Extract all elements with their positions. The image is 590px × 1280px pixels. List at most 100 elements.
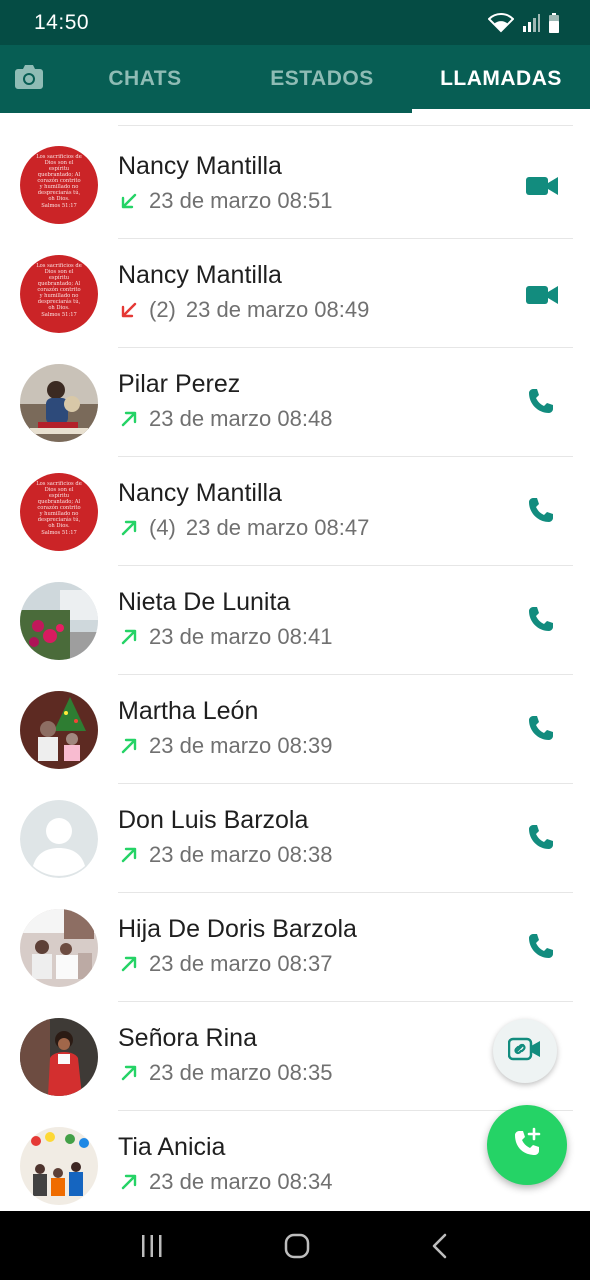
voice-call-icon[interactable] bbox=[526, 713, 562, 747]
system-nav-bar bbox=[0, 1211, 590, 1280]
signal-icon bbox=[522, 13, 540, 32]
outgoing-call-arrow-icon bbox=[118, 1062, 140, 1084]
call-meta: 23 de marzo 08:41 bbox=[118, 624, 332, 650]
voice-call-icon[interactable] bbox=[526, 931, 562, 965]
contact-name: Nancy Mantilla bbox=[118, 479, 282, 507]
outgoing-call-arrow-icon bbox=[118, 1171, 140, 1193]
outgoing-call-arrow-icon bbox=[118, 408, 140, 430]
svg-text:corazón contrito: corazón contrito bbox=[37, 504, 80, 511]
contact-name: Don Luis Barzola bbox=[118, 806, 309, 834]
avatar[interactable]: Los sacrificios de Dios son el espíritu que… bbox=[20, 146, 98, 224]
voice-call-icon[interactable] bbox=[526, 386, 562, 420]
battery-icon bbox=[548, 12, 560, 33]
status-icons bbox=[488, 12, 560, 33]
recent-apps-icon[interactable] bbox=[139, 1233, 165, 1259]
svg-text:corazón contrito: corazón contrito bbox=[37, 177, 80, 184]
call-meta: 23 de marzo 08:39 bbox=[118, 733, 332, 759]
call-row[interactable]: Los sacrificios de Dios son el espíritu que… bbox=[0, 130, 590, 239]
video-call-icon[interactable] bbox=[526, 168, 562, 202]
outgoing-call-arrow-icon bbox=[118, 844, 140, 866]
call-meta: (4) 23 de marzo 08:47 bbox=[118, 515, 369, 541]
avatar[interactable]: Los sacrificios de Dios son el espíritu que… bbox=[20, 255, 98, 333]
avatar[interactable] bbox=[20, 582, 98, 660]
contact-name: Nieta De Lunita bbox=[118, 588, 291, 616]
voice-call-icon[interactable] bbox=[526, 604, 562, 638]
link-video-icon bbox=[507, 1037, 542, 1066]
call-time: 23 de marzo 08:35 bbox=[149, 1060, 333, 1085]
call-time: 23 de marzo 08:51 bbox=[149, 188, 333, 213]
contact-name: Nancy Mantilla bbox=[118, 261, 282, 289]
tab-chats[interactable]: CHATS bbox=[58, 45, 232, 113]
contact-name: Hija De Doris Barzola bbox=[118, 915, 357, 943]
svg-text:despreciarás tú,: despreciarás tú, bbox=[38, 189, 81, 196]
call-meta: 23 de marzo 08:51 bbox=[118, 188, 332, 214]
home-icon[interactable] bbox=[283, 1232, 311, 1260]
svg-text:espíritu: espíritu bbox=[49, 165, 70, 172]
tab-estados[interactable]: ESTADOS bbox=[232, 45, 412, 113]
outgoing-call-arrow-icon bbox=[118, 517, 140, 539]
camera-icon bbox=[14, 64, 44, 95]
svg-text:corazón contrito: corazón contrito bbox=[37, 286, 80, 293]
svg-text:Salmos 51:17: Salmos 51:17 bbox=[41, 203, 77, 209]
back-icon[interactable] bbox=[429, 1232, 451, 1260]
contact-name: Tia Anicia bbox=[118, 1133, 226, 1161]
wifi-icon bbox=[488, 12, 514, 33]
call-count: (2) bbox=[149, 297, 176, 322]
call-time: 23 de marzo 08:41 bbox=[149, 624, 333, 649]
avatar[interactable] bbox=[20, 800, 98, 878]
contact-name: Nancy Mantilla bbox=[118, 152, 282, 180]
call-time: 23 de marzo 08:39 bbox=[149, 733, 333, 758]
call-row[interactable]: Don Luis Barzola 23 de marzo 08:38 bbox=[0, 784, 590, 893]
call-time: 23 de marzo 08:49 bbox=[185, 297, 370, 322]
svg-text:oh Dios.: oh Dios. bbox=[48, 196, 70, 202]
svg-text:oh Dios.: oh Dios. bbox=[48, 305, 70, 311]
header-tabs: CHATS ESTADOS LLAMADAS bbox=[0, 45, 590, 113]
avatar[interactable] bbox=[20, 909, 98, 987]
svg-text:despreciarás tú,: despreciarás tú, bbox=[38, 516, 81, 523]
call-row[interactable]: Hija De Doris Barzola 23 de marzo 08:37 bbox=[0, 893, 590, 1002]
svg-text:Salmos 51:17: Salmos 51:17 bbox=[41, 530, 77, 536]
svg-text:despreciarás tú,: despreciarás tú, bbox=[38, 298, 81, 305]
incoming-call-arrow-icon bbox=[118, 190, 140, 212]
camera-tab[interactable] bbox=[0, 45, 58, 113]
call-meta: 23 de marzo 08:38 bbox=[118, 842, 332, 868]
call-count: (4) bbox=[149, 515, 176, 540]
call-row[interactable]: Los sacrificios de Dios son el espíritu que… bbox=[0, 457, 590, 566]
status-time: 14:50 bbox=[34, 10, 90, 34]
avatar[interactable]: Los sacrificios de Dios son el espíritu que… bbox=[20, 473, 98, 551]
call-time: 23 de marzo 08:47 bbox=[185, 515, 370, 540]
contact-name: Pilar Perez bbox=[118, 370, 241, 398]
call-time: 23 de marzo 08:38 bbox=[149, 842, 333, 867]
avatar[interactable] bbox=[20, 364, 98, 442]
call-meta: 23 de marzo 08:48 bbox=[118, 406, 332, 432]
avatar[interactable] bbox=[20, 1018, 98, 1096]
svg-text:oh Dios.: oh Dios. bbox=[48, 523, 70, 529]
video-call-icon[interactable] bbox=[526, 277, 562, 311]
new-call-button[interactable] bbox=[487, 1105, 567, 1185]
avatar[interactable] bbox=[20, 691, 98, 769]
divider bbox=[118, 125, 573, 126]
contact-name: Señora Rina bbox=[118, 1024, 257, 1052]
call-row[interactable]: Los sacrificios de Dios son el espíritu que… bbox=[0, 239, 590, 348]
call-time: 23 de marzo 08:34 bbox=[149, 1169, 333, 1194]
outgoing-call-arrow-icon bbox=[118, 626, 140, 648]
call-time: 23 de marzo 08:37 bbox=[149, 951, 333, 976]
outgoing-call-arrow-icon bbox=[118, 953, 140, 975]
svg-text:espíritu: espíritu bbox=[49, 274, 70, 281]
tab-llamadas[interactable]: LLAMADAS bbox=[412, 45, 590, 113]
call-meta: 23 de marzo 08:37 bbox=[118, 951, 332, 977]
voice-call-icon[interactable] bbox=[526, 495, 562, 529]
call-row[interactable]: Martha León 23 de marzo 08:39 bbox=[0, 675, 590, 784]
missed-call-arrow-icon bbox=[118, 299, 140, 321]
call-row[interactable]: Pilar Perez 23 de marzo 08:48 bbox=[0, 348, 590, 457]
call-meta: 23 de marzo 08:34 bbox=[118, 1169, 332, 1195]
call-row[interactable]: Nieta De Lunita 23 de marzo 08:41 bbox=[0, 566, 590, 675]
add-call-icon bbox=[510, 1126, 544, 1165]
svg-text:Salmos 51:17: Salmos 51:17 bbox=[41, 312, 77, 318]
call-meta: 23 de marzo 08:35 bbox=[118, 1060, 332, 1086]
svg-text:espíritu: espíritu bbox=[49, 492, 70, 499]
video-link-button[interactable] bbox=[493, 1019, 557, 1083]
avatar[interactable] bbox=[20, 1127, 98, 1205]
voice-call-icon[interactable] bbox=[526, 822, 562, 856]
status-bar: 14:50 bbox=[0, 0, 590, 45]
